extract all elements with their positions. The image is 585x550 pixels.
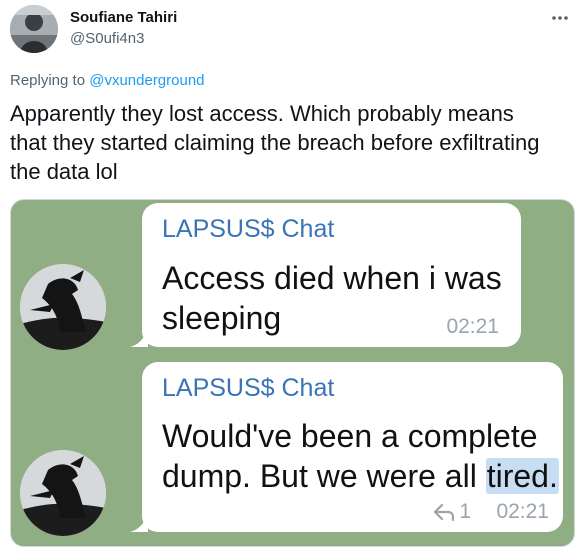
tweet-header: Soufiane Tahiri @S0ufi4n3 — [0, 0, 585, 64]
author-avatar[interactable] — [10, 5, 58, 53]
reply-count-value: 1 — [459, 500, 471, 523]
author-handle[interactable]: @S0ufi4n3 — [70, 30, 144, 47]
tweet-text: Apparently they lost access. Which proba… — [10, 99, 580, 186]
replying-to: Replying to @vxunderground — [10, 72, 205, 89]
bubble-tail — [130, 329, 148, 347]
replying-prefix: Replying to — [10, 72, 90, 89]
more-horizontal-icon — [552, 16, 568, 20]
author-name[interactable]: Soufiane Tahiri — [70, 9, 177, 26]
chat-sender-name: LAPSUS$ Chat — [162, 374, 335, 402]
chat-message-time: 02:21 — [496, 500, 549, 523]
chat-avatar — [20, 264, 106, 350]
chat-message-line: dump. But we were all tired. — [162, 456, 559, 496]
chat-message-text: Would've been a complete dump. But we we… — [162, 416, 559, 496]
tweet-media-image[interactable]: LAPSUS$ Chat Access died when i was slee… — [10, 199, 575, 547]
chat-avatar — [20, 450, 106, 536]
chat-message-line: Access died when i was — [162, 260, 502, 296]
tweet-text-line: Apparently they lost access. Which proba… — [10, 101, 514, 126]
replying-to-link[interactable]: @vxunderground — [89, 72, 204, 89]
bubble-tail — [130, 514, 148, 532]
chat-message-line: Would've been a complete — [162, 418, 538, 454]
chat-reply-count: 1 — [433, 500, 471, 524]
chat-message-time: 02:21 — [446, 315, 499, 338]
search-highlight: tired. — [485, 458, 559, 494]
tweet-text-line: the data lol — [10, 159, 118, 184]
chat-message-bubble: LAPSUS$ Chat Would've been a complete du… — [130, 362, 563, 532]
tweet-text-line: that they started claiming the breach be… — [10, 130, 540, 155]
chat-message-text-part: dump. But we were all — [162, 458, 486, 494]
chat-sender-name: LAPSUS$ Chat — [162, 215, 335, 243]
chat-message-bubble: LAPSUS$ Chat Access died when i was slee… — [130, 203, 521, 347]
more-options-button[interactable] — [547, 8, 573, 28]
reply-arrow-icon — [434, 503, 455, 521]
